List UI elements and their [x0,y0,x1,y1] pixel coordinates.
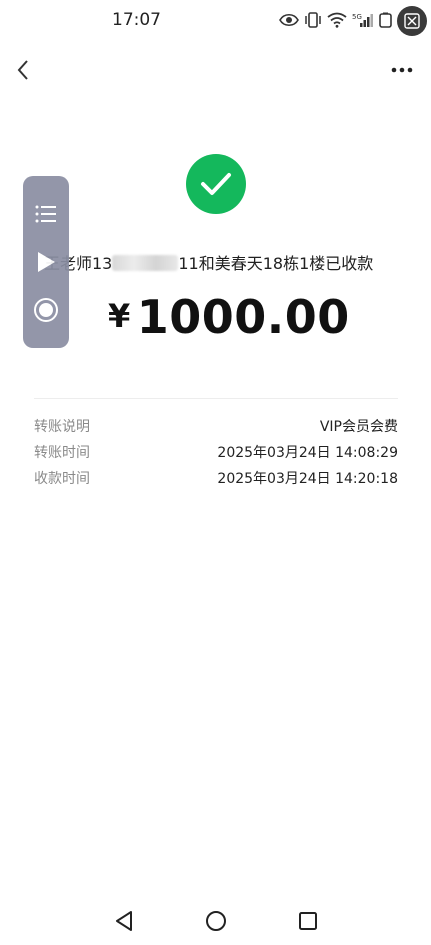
detail-label: 转账说明 [34,419,90,435]
play-icon [38,252,55,272]
check-circle-icon [186,154,246,214]
payee-suffix: 11和美春天18栋1楼已收款 [178,254,374,273]
detail-value: VIP会员会费 [319,419,398,435]
detail-value: 2025年03月24日 14:20:18 [217,471,398,487]
amount-display: ¥1000.00 [108,290,350,344]
back-button[interactable] [10,56,36,84]
floating-toolbar[interactable] [23,176,69,348]
status-bar: 17:07 5G [0,0,431,44]
signal-label: 5G [352,13,362,21]
vibrate-icon [304,12,322,28]
system-home-button[interactable] [200,905,232,937]
detail-value: 2025年03月24日 14:08:29 [217,445,398,461]
wifi-icon [327,12,347,28]
divider [34,398,398,399]
currency-symbol: ¥ [108,297,131,335]
chevron-left-icon [17,60,28,80]
screenshot-toggle-icon[interactable] [397,6,427,36]
detail-row-transfer-time: 转账时间 2025年03月24日 14:08:29 [34,439,398,465]
detail-label: 收款时间 [34,471,90,487]
record-icon [34,298,58,322]
cellular-signal-icon: 5G [352,12,374,28]
system-back-button[interactable] [108,905,140,937]
record-button[interactable] [23,290,69,330]
recents-square-icon [299,912,317,930]
payee-status-text: 王老师13 11和美春天18栋1楼已收款 [44,250,404,274]
play-button[interactable] [23,242,69,282]
status-icons: 5G [279,12,393,28]
redacted-phone [112,255,179,271]
back-triangle-icon [116,911,132,931]
list-button[interactable] [23,194,69,234]
system-recents-button[interactable] [292,905,324,937]
home-circle-icon [206,911,226,931]
eye-icon [279,13,299,27]
system-nav-bar [0,905,431,945]
list-icon [35,205,56,223]
detail-row-description: 转账说明 VIP会员会费 [34,413,398,439]
detail-row-receive-time: 收款时间 2025年03月24日 14:20:18 [34,465,398,491]
amount-value: 1000.00 [136,290,350,344]
more-button[interactable] [387,58,417,82]
detail-label: 转账时间 [34,445,90,461]
detail-list: 转账说明 VIP会员会费 转账时间 2025年03月24日 14:08:29 收… [34,413,398,491]
status-time: 17:07 [112,10,161,30]
more-dots-icon [391,67,413,73]
battery-icon [379,12,393,28]
